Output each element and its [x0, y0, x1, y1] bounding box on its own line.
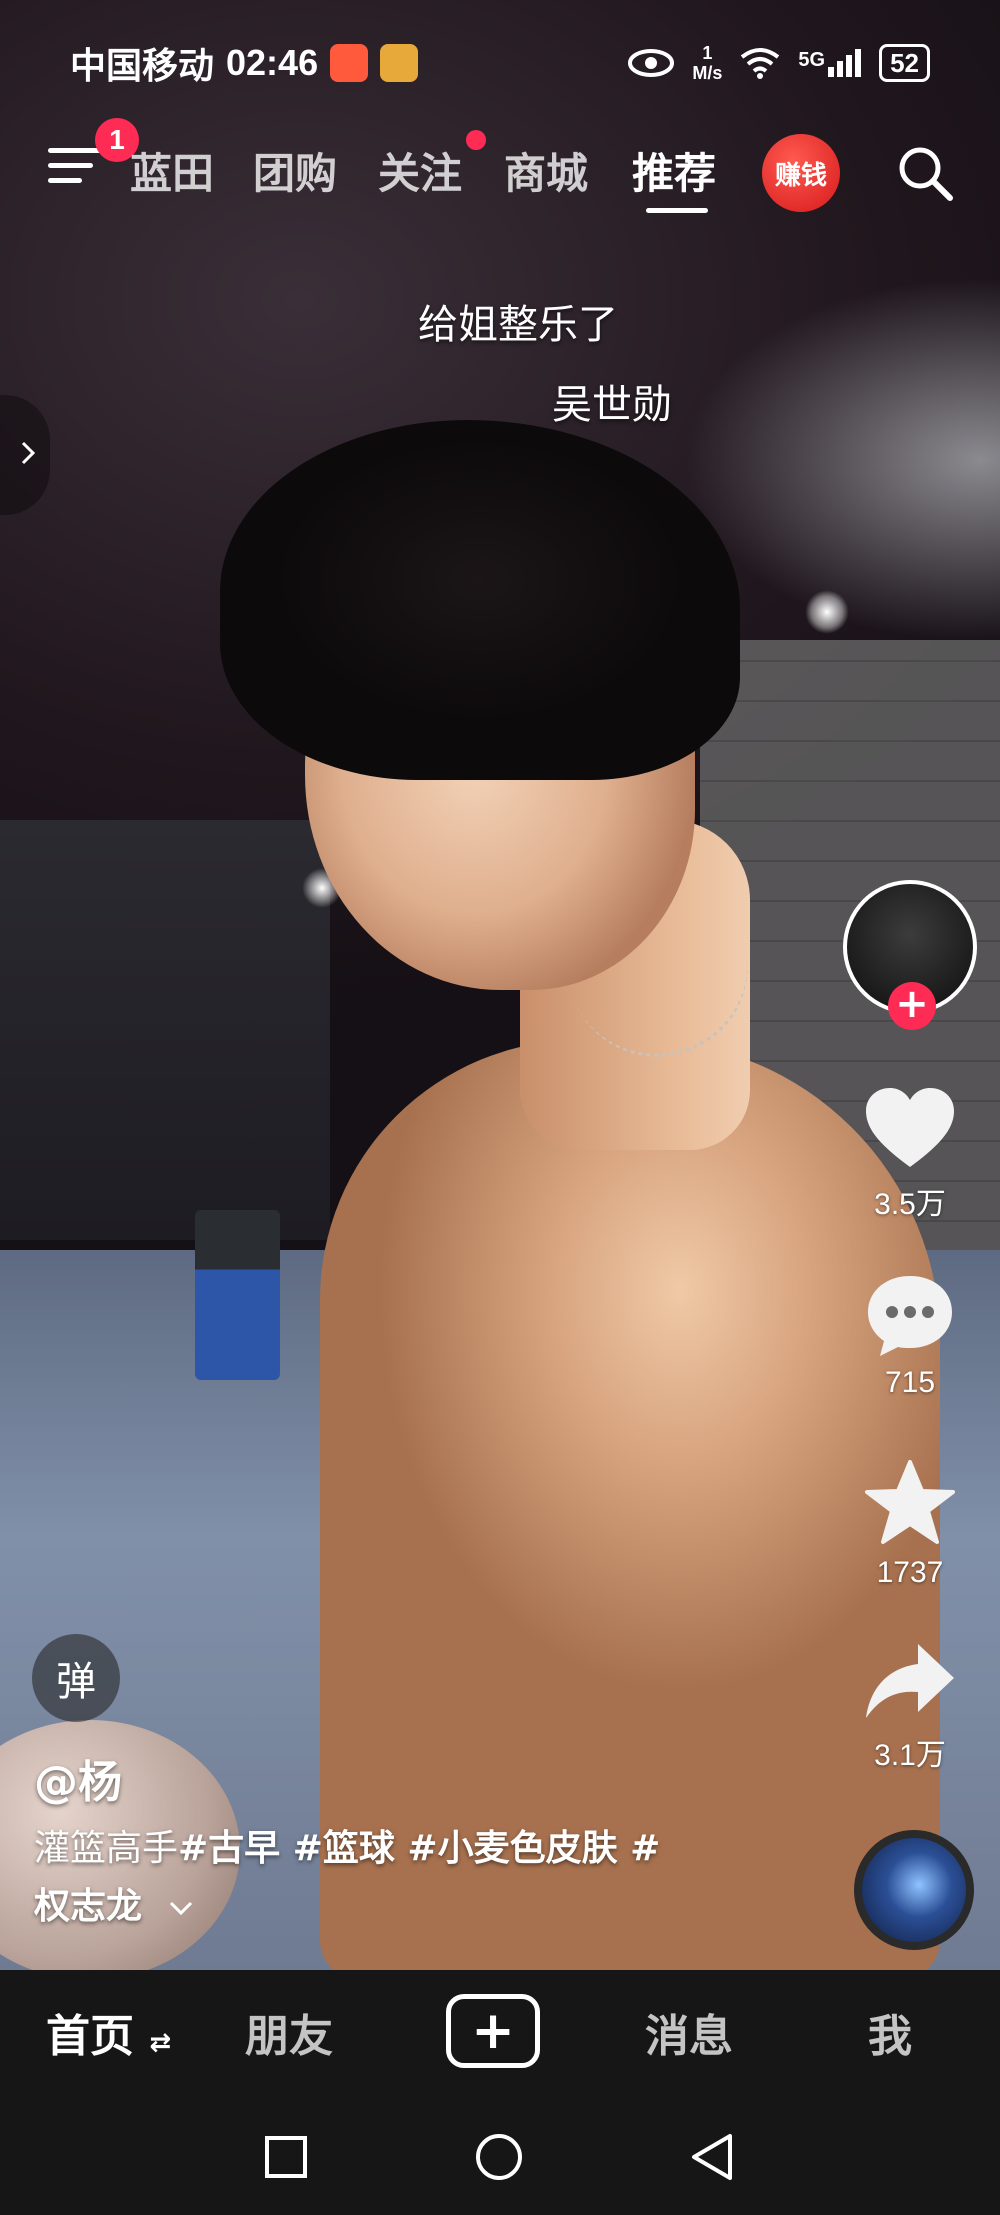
video-description[interactable]: 灌篮高手#古早 #篮球 #小麦色皮肤 # 权志龙	[34, 1820, 734, 1936]
eye-icon	[628, 49, 675, 77]
author-name[interactable]: @杨	[34, 1746, 122, 1810]
tab-me[interactable]: 我	[868, 2000, 912, 2064]
clock: 02:46	[226, 42, 319, 83]
earn-label: 赚钱	[774, 160, 827, 191]
like-count: 3.5万	[874, 1188, 946, 1221]
wifi-icon	[741, 48, 780, 79]
tab-home-label: 首页	[46, 2011, 134, 2062]
tab-mall[interactable]: 商城	[504, 140, 588, 201]
danmaku-toggle[interactable]: 弹	[32, 1634, 120, 1722]
back-icon[interactable]	[690, 2132, 734, 2182]
bottom-tab-bar: 首页 ⇄ 朋友 + 消息 我	[0, 1970, 1000, 2095]
like-button[interactable]: 3.5万	[820, 1085, 1000, 1223]
create-button[interactable]: +	[446, 1994, 540, 2068]
star-icon	[865, 1460, 955, 1544]
home-circle-icon[interactable]	[474, 2132, 524, 2182]
video-background-shed	[0, 820, 330, 1240]
tab-recommend[interactable]: 推荐	[632, 140, 716, 201]
network-type: 5G	[798, 49, 826, 71]
favorite-count: 1737	[876, 1556, 944, 1589]
video-background-bin	[195, 1210, 280, 1380]
refresh-arrows-icon: ⇄	[149, 2028, 172, 2058]
desc-line2: 权志龙	[34, 1886, 143, 1927]
video-background-lamp	[805, 590, 849, 634]
comment-count: 715	[884, 1366, 936, 1399]
comment-button[interactable]: 715	[820, 1272, 1000, 1400]
net-speed-unit: M/s	[692, 63, 723, 83]
active-tab-indicator	[646, 208, 708, 213]
video-person-hair	[220, 420, 740, 780]
desc-text: 灌篮高手	[34, 1828, 179, 1869]
heart-icon	[866, 1088, 954, 1167]
net-speed: 1 M/s	[692, 43, 722, 83]
tab-lantian[interactable]: 蓝田	[130, 140, 214, 201]
chevron-right-icon	[21, 441, 36, 465]
hashtag-list[interactable]: #古早 #篮球 #小麦色皮肤 #	[178, 1828, 660, 1869]
tab-messages[interactable]: 消息	[645, 2000, 733, 2064]
share-icon	[866, 1644, 954, 1718]
follow-button[interactable]: +	[888, 982, 936, 1030]
carrier-label: 中国移动	[70, 45, 215, 86]
earn-money-button[interactable]: 赚钱	[762, 134, 840, 212]
tab-group-buy[interactable]: 团购	[253, 140, 337, 201]
recents-icon[interactable]	[264, 2135, 308, 2179]
menu-button[interactable]	[48, 148, 104, 190]
video-caption-line: 给姐整乐了	[418, 302, 618, 348]
tab-home[interactable]: 首页 ⇄	[46, 2000, 171, 2064]
chevron-down-icon[interactable]	[167, 1898, 195, 1918]
top-nav: 1 蓝田 团购 关注 商城 推荐 赚钱	[0, 118, 1000, 213]
following-dot	[466, 130, 486, 150]
douyin-notification-icon	[330, 44, 369, 82]
signal-icon: 5G	[798, 49, 862, 77]
video-caption-line: 吴世勋	[552, 382, 672, 428]
net-speed-value: 1	[702, 43, 713, 63]
battery-icon: 52	[879, 44, 930, 82]
share-count: 3.1万	[874, 1739, 946, 1772]
favorite-button[interactable]: 1737	[820, 1458, 1000, 1590]
tab-friends[interactable]: 朋友	[245, 2000, 333, 2064]
app-notification-icon	[380, 44, 419, 82]
comment-icon	[868, 1276, 952, 1356]
share-button[interactable]: 3.1万	[820, 1640, 1000, 1774]
tab-following[interactable]: 关注	[378, 140, 462, 201]
danmaku-label: 弹	[56, 1659, 96, 1705]
music-disc[interactable]	[854, 1830, 974, 1950]
search-icon[interactable]	[896, 144, 954, 202]
status-bar: 中国移动 02:46 1 M/s 5G 52	[70, 28, 930, 98]
system-nav-bar	[0, 2095, 1000, 2215]
